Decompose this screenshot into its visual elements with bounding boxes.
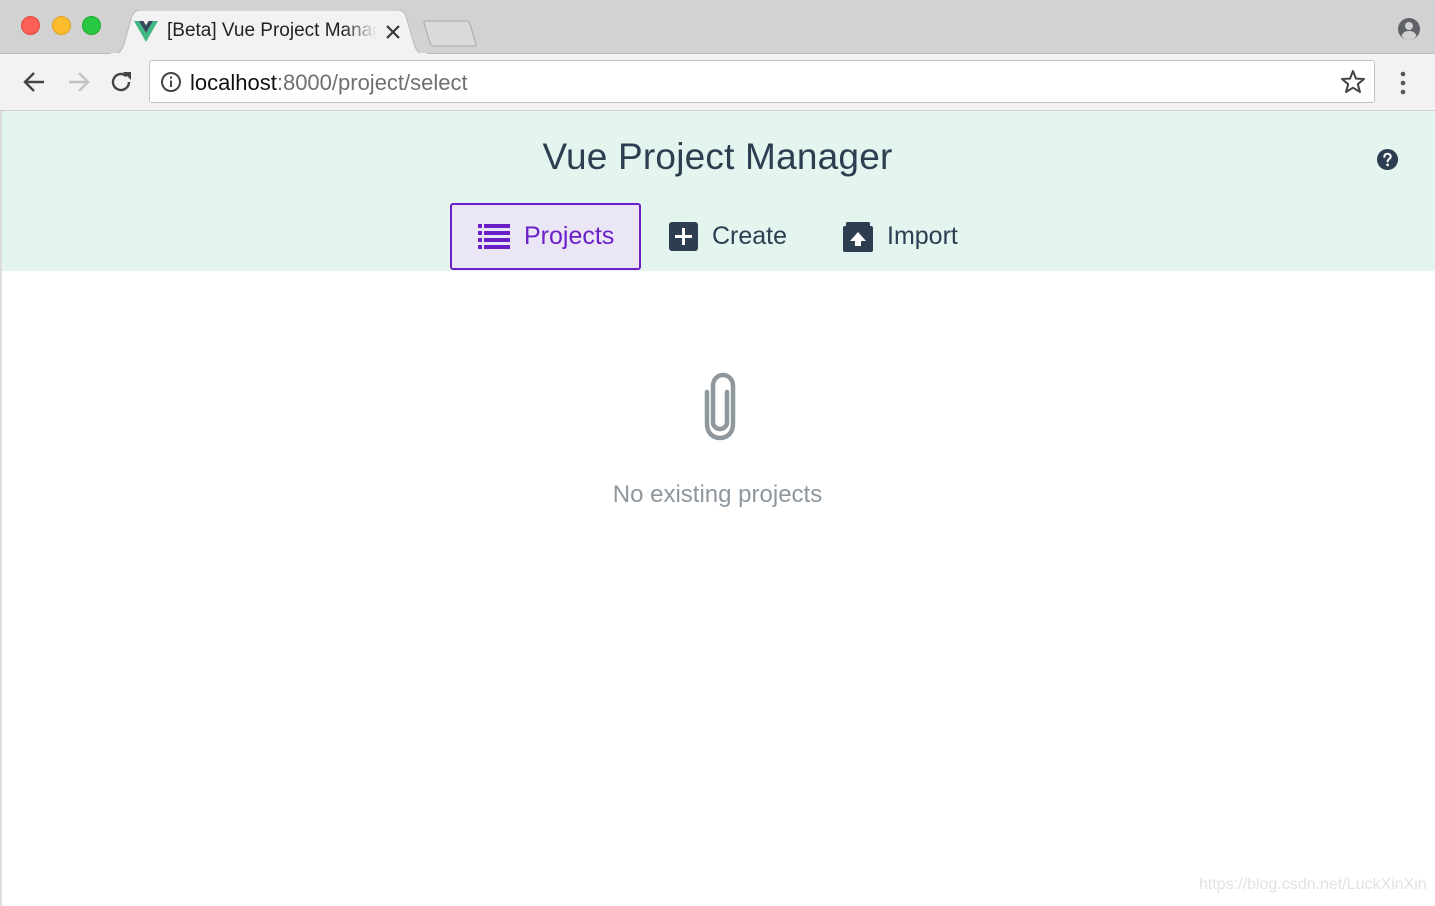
tab-projects[interactable]: Projects [450,203,641,270]
browser-tab-strip: [Beta] Vue Project Manager [0,0,1435,55]
paperclip-icon [704,372,736,441]
url-host: localhost [190,70,277,95]
upload-box-icon [843,221,873,252]
address-bar[interactable]: localhost:8000/project/select [149,60,1375,103]
new-tab-button[interactable] [423,20,479,47]
url-text[interactable]: localhost:8000/project/select [190,70,468,96]
main-nav-tabs: Projects Create Import [0,203,1435,271]
url-path: :8000/project/select [276,70,468,95]
zoom-window-button[interactable] [82,16,101,35]
tab-import[interactable]: Import [843,203,958,270]
close-tab-icon[interactable] [383,22,403,42]
close-window-button[interactable] [21,16,40,35]
browser-tab[interactable]: [Beta] Vue Project Manager [110,10,428,55]
tab-title: [Beta] Vue Project Manager [167,20,377,41]
more-vert-icon[interactable] [1393,70,1413,96]
forward-arrow-icon[interactable] [64,68,92,96]
empty-state-message: No existing projects [612,481,823,508]
tab-create[interactable]: Create [669,203,787,270]
app-header: Vue Project Manager Projects Create Impo… [0,111,1435,271]
help-icon[interactable] [1376,148,1399,171]
list-icon [478,223,510,249]
watermark: https://blog.csdn.net/LuckXinXin [1199,876,1427,893]
profile-icon[interactable] [1397,17,1421,41]
back-arrow-icon[interactable] [21,68,49,96]
tab-import-label: Import [887,222,958,250]
plus-box-icon [669,222,698,251]
vue-logo-icon [134,21,158,42]
minimize-window-button[interactable] [52,16,71,35]
tab-create-label: Create [712,222,788,250]
tab-projects-label: Projects [524,222,615,250]
reload-icon[interactable] [107,68,135,96]
info-icon[interactable] [160,71,182,93]
page-title: Vue Project Manager [542,136,893,177]
bookmark-star-icon[interactable] [1340,69,1366,95]
browser-toolbar: localhost:8000/project/select [0,54,1435,111]
